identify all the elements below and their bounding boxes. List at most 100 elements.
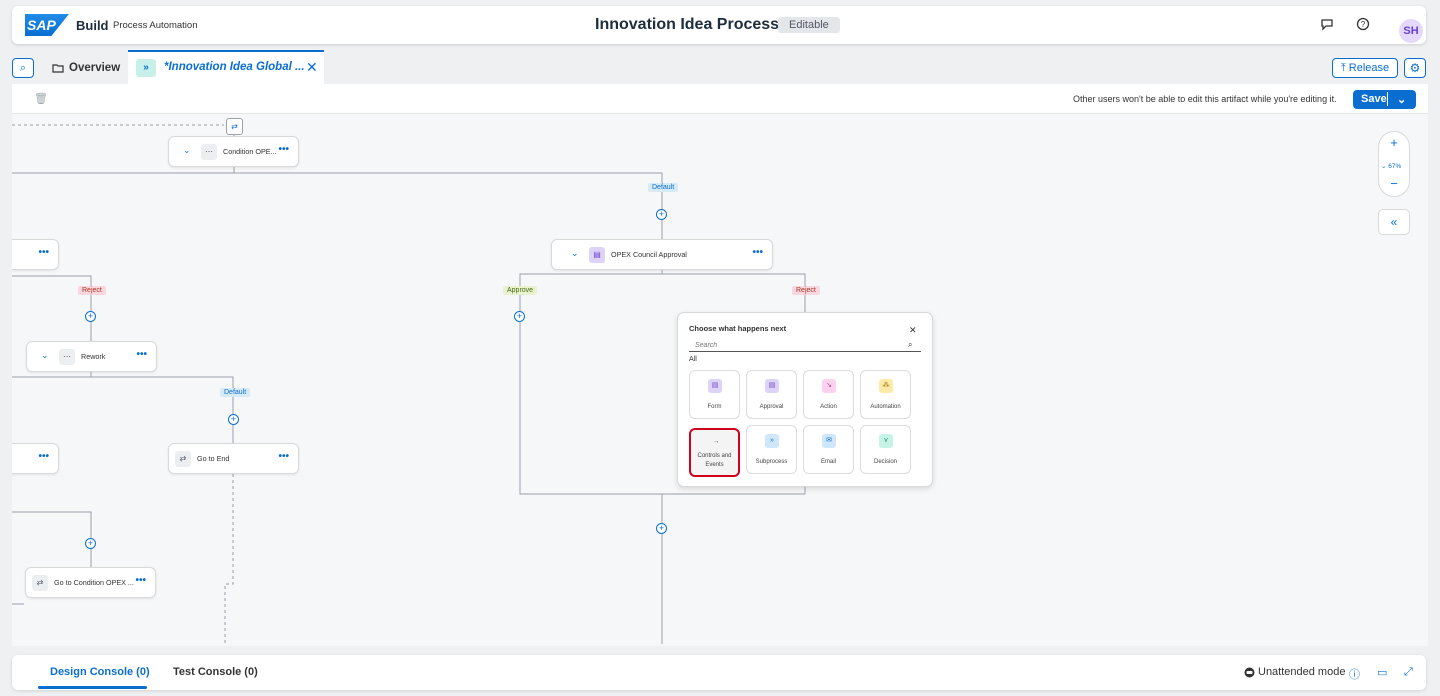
option-label: Decision [873,459,897,465]
dock-panel-icon[interactable]: ▭ [1377,666,1387,679]
shell-bar: SAP Build Process Automation Innovation … [12,6,1426,44]
add-step-button[interactable]: + [85,538,96,549]
more-actions-icon[interactable]: ••• [136,349,147,360]
approval-icon: ▤ [589,247,605,263]
add-step-button[interactable]: + [85,311,96,322]
node-condition-opex[interactable]: ⌄ ⋯ Condition OPE... ••• [168,136,299,167]
group-label: All [689,356,697,363]
tab-design-console[interactable]: Design Console (0) [50,666,150,678]
search-icon: ⌕ [908,340,913,349]
condition-icon: ⋯ [201,144,217,160]
search-artifacts-button[interactable]: ⌕ [12,58,34,78]
option-form[interactable]: ▤ Form [689,370,740,419]
upload-icon: ⤒ [1340,62,1349,74]
chevron-down-icon[interactable]: ⌄ [571,248,579,259]
goto-target-icon[interactable]: ⇄ [226,118,243,135]
option-label: Controls and Events [697,453,732,468]
decision-icon: ⋎ [879,434,893,448]
release-label: Release [1348,62,1390,74]
option-subprocess[interactable]: » Subprocess [746,425,797,474]
chevron-down-icon[interactable]: ⌄ [183,145,191,156]
expand-icon[interactable]: ⤢ [1404,666,1413,679]
process-canvas[interactable]: 🗑 Other users won't be able to edit this… [12,84,1428,646]
node-label: Go to End [197,454,230,463]
zoom-level[interactable]: ⌄ 67% [1381,162,1401,170]
branch-label-reject: Reject [792,286,820,295]
tab-overview[interactable]: Overview [69,62,120,74]
option-label: Automation [870,404,901,410]
tab-label: *Innovation Idea Global ... [164,61,305,73]
close-icon[interactable]: ✕ [909,325,917,336]
zoom-out-button[interactable]: − [1379,176,1409,191]
search-input[interactable] [689,339,921,352]
option-email[interactable]: ✉ Email [803,425,854,474]
goto-icon: ⇄ [175,451,191,467]
add-step-button[interactable]: + [228,414,239,425]
form-icon: ▤ [708,379,722,393]
node-go-to-condition[interactable]: ⇄ Go to Condition OPEX ... ••• [25,567,156,598]
node-hidden-bottom[interactable]: ••• [12,443,59,474]
goto-icon: ⇄ [32,575,48,591]
email-icon: ✉ [822,434,836,448]
more-actions-icon[interactable]: ••• [752,247,763,258]
sap-logo[interactable]: SAP [25,14,69,36]
feedback-icon[interactable] [1319,17,1335,33]
more-actions-icon[interactable]: ••• [278,451,289,462]
folder-icon [52,64,64,73]
option-automation[interactable]: ⁂ Automation [860,370,911,419]
avatar[interactable]: SH [1399,19,1423,43]
action-icon: ↘ [822,379,836,393]
add-step-button[interactable]: + [514,311,525,322]
popover-title: Choose what happens next [689,324,787,333]
more-actions-icon[interactable]: ••• [38,247,49,258]
more-actions-icon[interactable]: ••• [278,144,289,155]
collapse-panel-button[interactable]: « [1378,209,1410,235]
release-button[interactable]: ⤒ Release [1332,58,1398,78]
node-opex-council-approval[interactable]: ⌄ ▤ OPEX Council Approval ••• [551,239,773,270]
add-step-button[interactable]: + [656,523,667,534]
status-badge: Editable [778,17,840,33]
console-bar: Design Console (0) Test Console (0) Unat… [12,655,1426,690]
product-name: Process Automation [113,20,198,31]
zoom-in-button[interactable]: + [1379,135,1409,150]
zoom-value: 67% [1388,163,1402,170]
option-label: Approval [759,404,784,410]
add-step-button[interactable]: + [656,209,667,220]
branch-label-default: Default [220,388,251,397]
subprocess-icon: » [136,59,156,77]
branch-label-approve: Approve [503,286,538,295]
node-label: OPEX Council Approval [611,250,687,259]
tab-test-console[interactable]: Test Console (0) [173,666,258,678]
approval-icon: ▤ [765,379,779,393]
node-hidden-top[interactable]: ••• [12,239,59,270]
node-label: Condition OPE... [223,147,277,156]
node-rework[interactable]: ⌄ ⋯ Rework ••• [26,341,157,372]
close-tab-icon[interactable]: ✕ [306,59,318,76]
option-label: Form [707,404,722,410]
node-go-to-end[interactable]: ⇄ Go to End ••• [168,443,299,474]
option-controls-and-events[interactable]: → Controls and Events [689,428,740,477]
option-decision[interactable]: ⋎ Decision [860,425,911,474]
branch-label-default: Default [648,183,679,192]
page-title: Innovation Idea Process [595,16,780,33]
settings-gear-icon[interactable]: ⚙ [1404,58,1426,78]
node-label: Rework [81,352,106,361]
subprocess-icon: » [765,434,779,448]
more-actions-icon[interactable]: ••• [38,451,49,462]
info-icon[interactable]: ⓘ [1349,666,1360,682]
unattended-mode-label: Unattended mode [1258,666,1346,678]
arrow-right-icon: → [712,438,720,445]
tab-bar: ⌕ Overview » *Innovation Idea Global ...… [12,50,1426,84]
node-label: Go to Condition OPEX ... [54,578,134,587]
active-tab-indicator [38,686,147,689]
more-actions-icon[interactable]: ••• [135,575,146,586]
next-step-popover: Choose what happens next ✕ ⌕ All ▤ Form … [677,312,933,487]
option-approval[interactable]: ▤ Approval [746,370,797,419]
chevron-down-icon[interactable]: ⌄ [41,350,49,361]
tab-process-editor[interactable]: » *Innovation Idea Global ... ✕ [128,50,324,84]
branch-label-reject: Reject [78,286,106,295]
robot-icon [1244,667,1255,678]
help-icon[interactable]: ? [1355,17,1371,33]
option-action[interactable]: ↘ Action [803,370,854,419]
automation-icon: ⁂ [879,379,893,393]
